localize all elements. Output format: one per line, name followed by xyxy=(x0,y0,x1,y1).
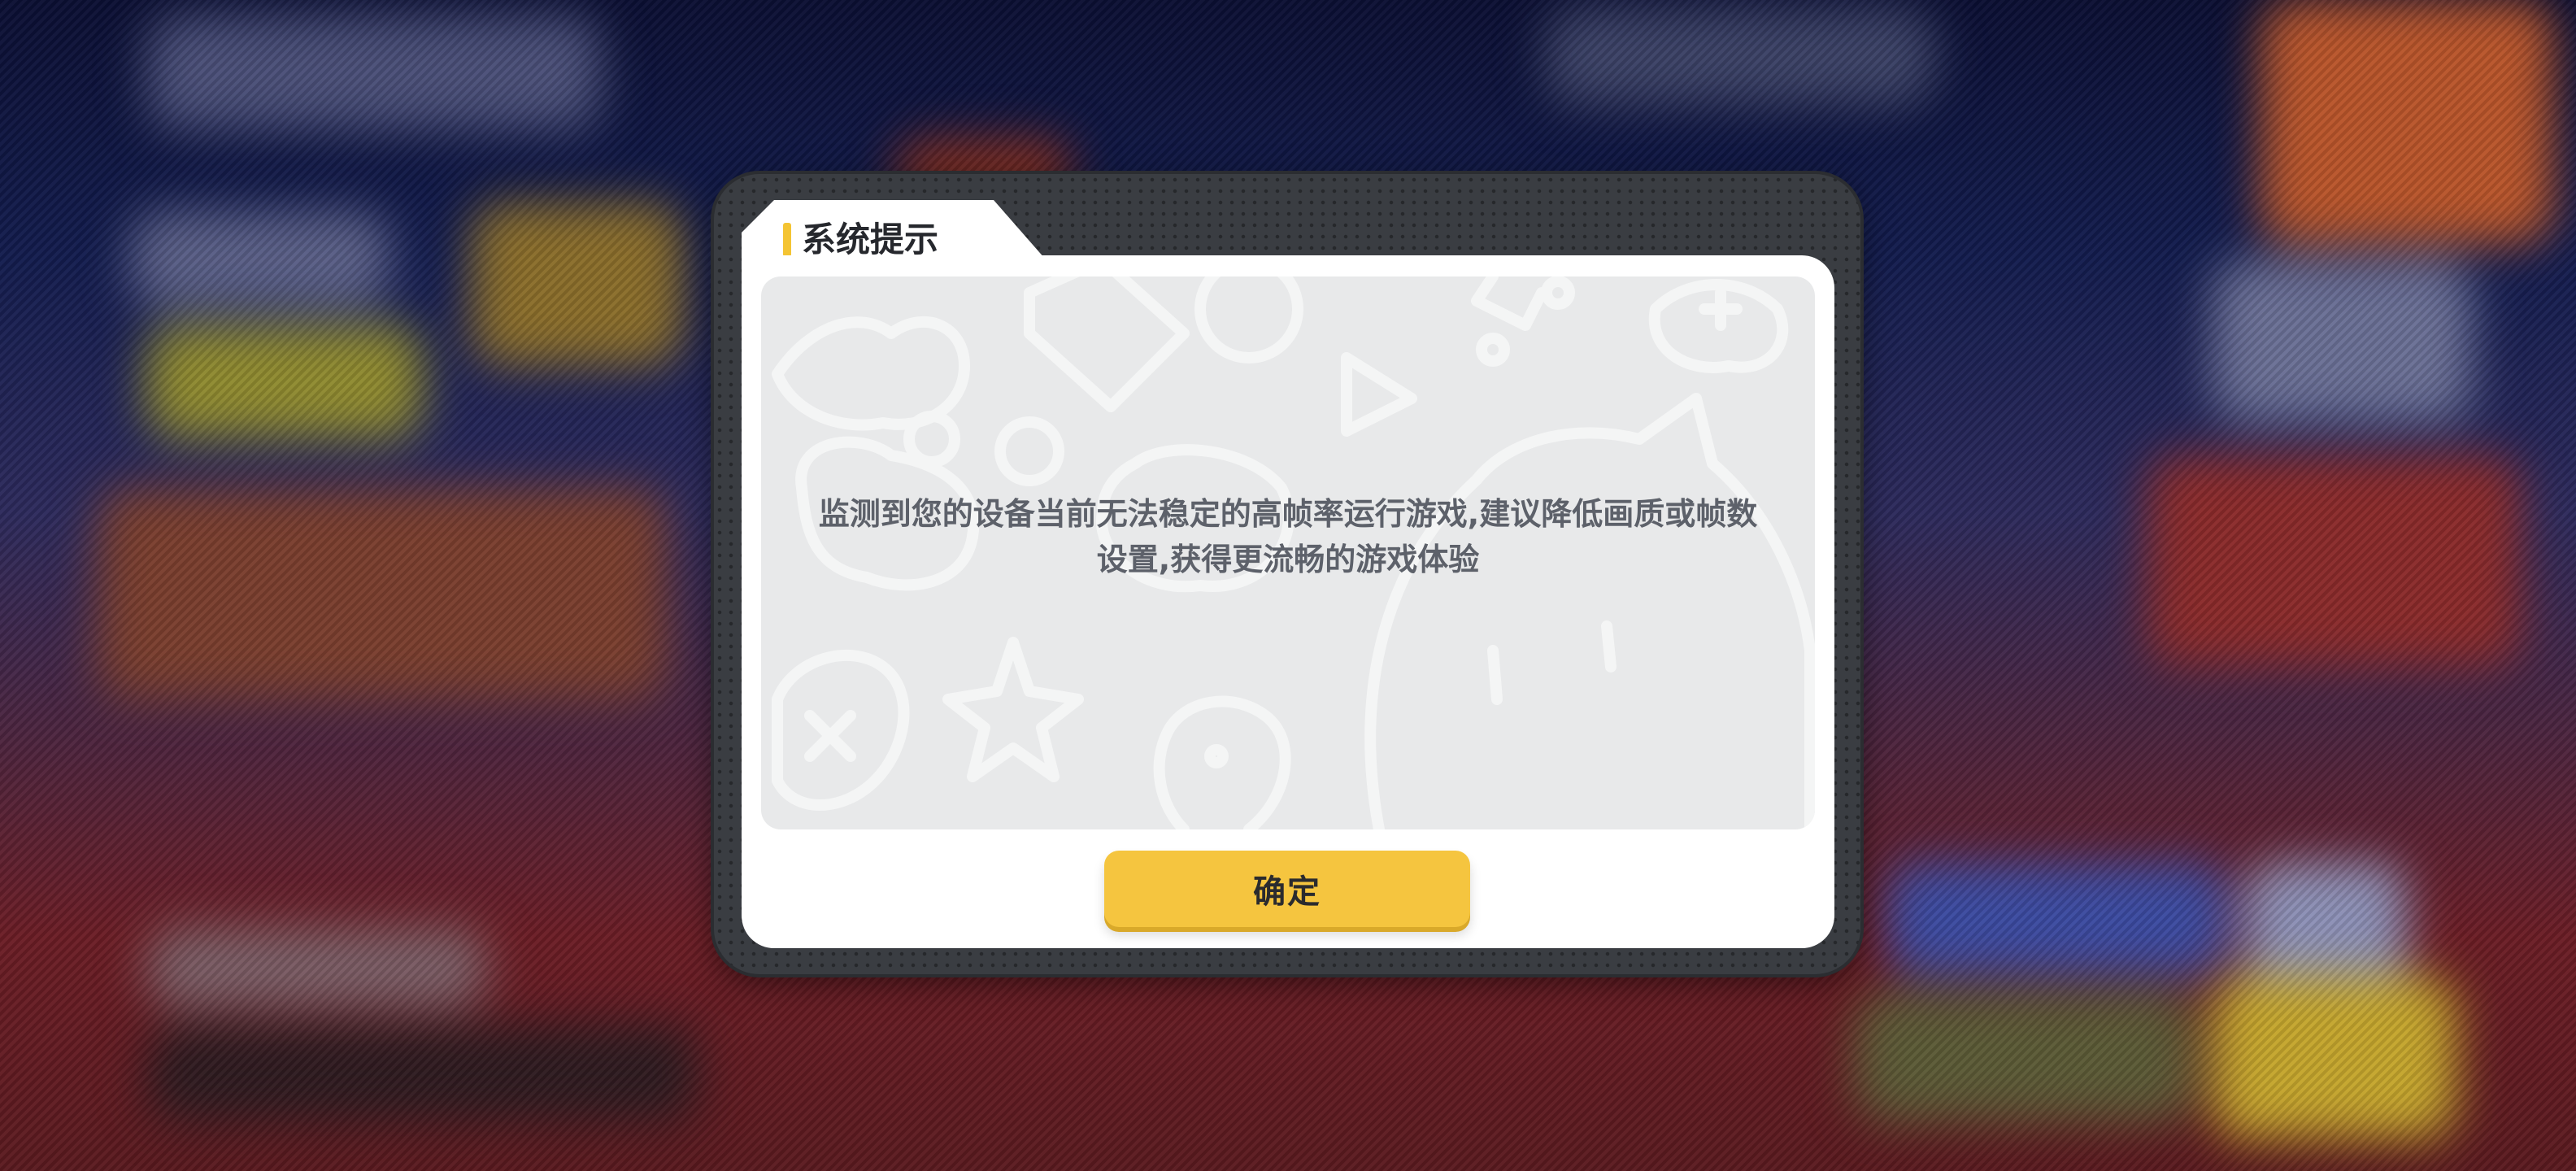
title-accent-bar xyxy=(783,223,791,257)
confirm-button-label: 确定 xyxy=(1253,873,1321,911)
dialog-message: 监测到您的设备当前无法稳定的高帧率运行游戏,建议降低画质或帧数设置,获得更流畅的… xyxy=(818,496,1758,577)
game-screen: 系统提示 监测到您的设备当前无法稳定的高帧率运行游戏,建议降低画质或帧数设置,获… xyxy=(0,0,2576,1171)
confirm-button[interactable]: 确定 xyxy=(1104,851,1470,927)
